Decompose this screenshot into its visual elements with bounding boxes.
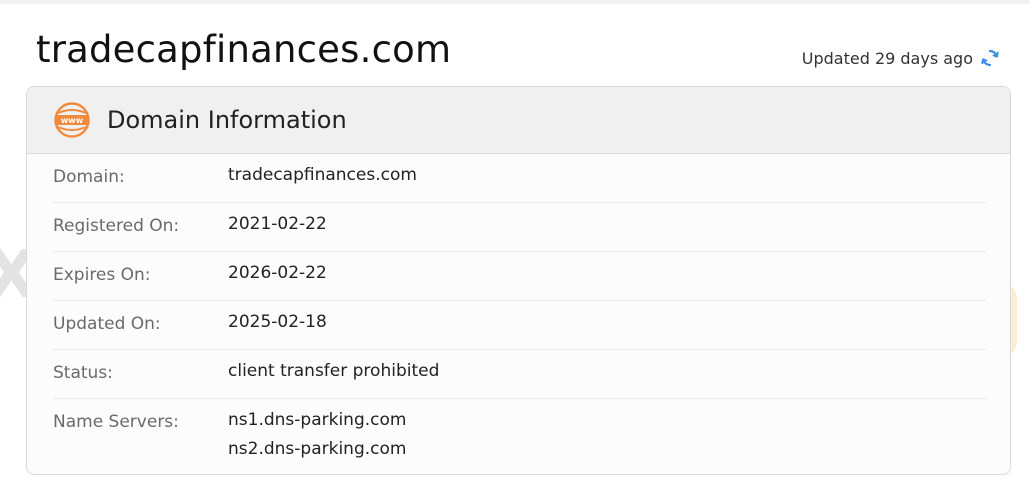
- row-registered-on: Registered On: 2021-02-22: [53, 203, 986, 252]
- row-label: Expires On:: [53, 265, 151, 285]
- row-value: 2026-02-22: [228, 263, 327, 283]
- row-label: Updated On:: [53, 314, 161, 334]
- card-header: www Domain Information: [27, 87, 1010, 154]
- name-server-list: ns1.dns-parking.com ns2.dns-parking.com: [228, 410, 407, 464]
- row-value: client transfer prohibited: [228, 361, 440, 381]
- info-rows: Domain: tradecapfinances.com Registered …: [27, 154, 1010, 474]
- row-status: Status: client transfer prohibited: [53, 350, 986, 399]
- row-value: 2021-02-22: [228, 214, 327, 234]
- row-updated-on: Updated On: 2025-02-18: [53, 301, 986, 350]
- row-label: Status:: [53, 363, 113, 383]
- row-label: Registered On:: [53, 216, 180, 236]
- www-icon: www: [53, 101, 91, 139]
- name-server-item: ns2.dns-parking.com: [228, 439, 407, 459]
- top-divider: [0, 0, 1029, 4]
- row-value: tradecapfinances.com: [228, 165, 417, 185]
- row-value: 2025-02-18: [228, 312, 327, 332]
- row-domain: Domain: tradecapfinances.com: [53, 154, 986, 203]
- domain-info-card: www Domain Information Domain: tradecapf…: [26, 86, 1011, 475]
- updated-text: Updated 29 days ago: [801, 48, 973, 68]
- card-title: Domain Information: [107, 106, 347, 134]
- svg-text:www: www: [61, 116, 84, 125]
- row-name-servers: Name Servers: ns1.dns-parking.com ns2.dn…: [53, 399, 986, 474]
- updated-status: Updated 29 days ago: [802, 48, 1000, 68]
- refresh-icon[interactable]: [980, 48, 1000, 68]
- row-label: Name Servers:: [53, 412, 179, 432]
- name-server-item: ns1.dns-parking.com: [228, 410, 407, 430]
- row-label: Domain:: [53, 167, 125, 187]
- row-expires-on: Expires On: 2026-02-22: [53, 252, 986, 301]
- page-title: tradecapfinances.com: [36, 28, 452, 71]
- domain-info-page: X WikiFX tradecapfinances.com Updated 29…: [0, 0, 1029, 489]
